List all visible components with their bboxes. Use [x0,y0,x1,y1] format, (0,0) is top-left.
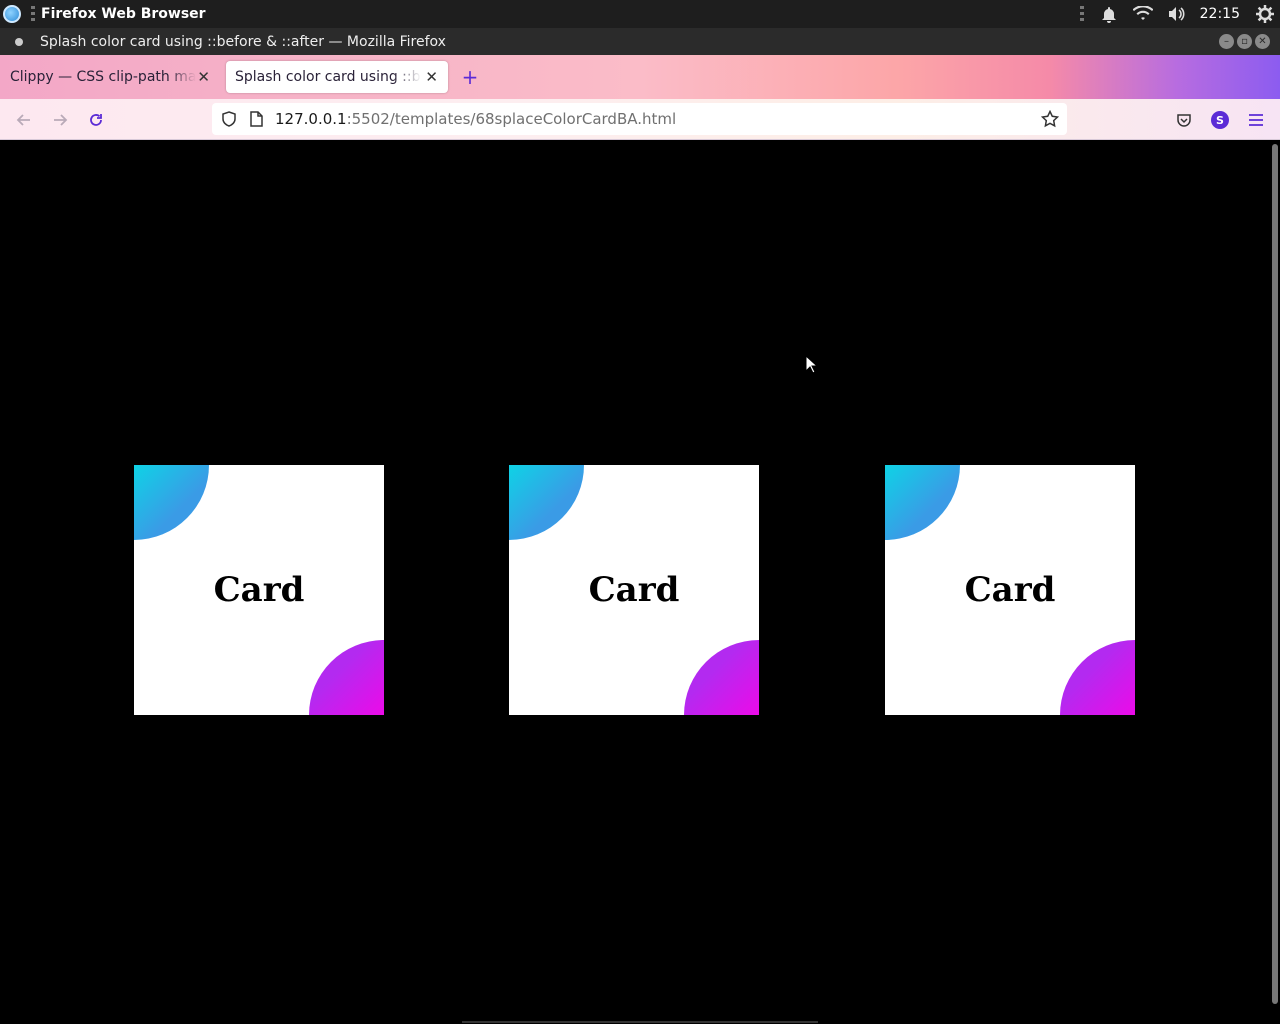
url-host: 127.0.0.1 [275,110,347,128]
splash-top-left [885,465,960,540]
settings-icon[interactable] [1254,3,1276,25]
maximize-button[interactable]: ▫ [1237,34,1252,49]
wifi-icon[interactable] [1132,3,1154,25]
close-tab-icon[interactable]: ✕ [425,68,438,86]
shield-icon[interactable] [221,111,237,131]
minimize-button[interactable]: – [1219,34,1234,49]
clock[interactable]: 22:15 [1200,6,1240,22]
avatar-initial: S [1211,111,1229,129]
url-bar[interactable]: 127.0.0.1:5502/templates/68splaceColorCa… [212,103,1067,135]
tab-strip: Clippy — CSS clip-path maker ✕ Splash co… [0,55,1280,99]
reload-button[interactable] [84,108,108,132]
close-window-button[interactable]: ✕ [1255,34,1270,49]
bell-icon[interactable] [1098,3,1120,25]
app-menu-label[interactable]: Firefox Web Browser [41,6,206,22]
url-text: 127.0.0.1:5502/templates/68splaceColorCa… [275,110,676,128]
tab-clippy[interactable]: Clippy — CSS clip-path maker ✕ [0,61,220,93]
close-tab-icon[interactable]: ✕ [197,68,210,86]
pocket-icon[interactable] [1172,108,1196,132]
vertical-scrollbar[interactable] [1270,140,1280,1024]
bookmark-star-icon[interactable] [1040,109,1060,132]
navigation-bar: 127.0.0.1:5502/templates/68splaceColorCa… [0,99,1280,140]
url-path: :5502/templates/68splaceColorCardBA.html [346,110,677,128]
tab-label: Splash color card using ::before & ::aft… [235,69,421,85]
splash-bottom-right [1060,640,1135,715]
window-title: Splash color card using ::before & ::aft… [40,33,446,50]
page-info-icon[interactable] [249,111,263,131]
scrollbar-thumb[interactable] [1272,144,1278,1004]
splash-bottom-right [309,640,384,715]
card-title: Card [213,570,305,610]
splash-top-left [509,465,584,540]
drag-handle [31,6,35,22]
splash-bottom-right [684,640,759,715]
window-menu-icon[interactable] [15,37,23,46]
volume-icon[interactable] [1166,3,1188,25]
splash-card: Card [134,465,384,715]
separator [1079,6,1084,22]
page-content: Card Card Card [0,140,1270,1024]
account-avatar[interactable]: S [1208,108,1232,132]
mouse-cursor-icon [805,354,819,379]
card-title: Card [588,570,680,610]
tab-label: Clippy — CSS clip-path maker [10,69,196,85]
page-bottom-edge [462,1021,818,1023]
splash-top-left [134,465,209,540]
back-button[interactable] [12,108,36,132]
firefox-app-icon[interactable] [3,5,21,23]
splash-card: Card [885,465,1135,715]
splash-card: Card [509,465,759,715]
card-title: Card [964,570,1056,610]
new-tab-button[interactable]: + [460,65,480,89]
tab-splash-color-card[interactable]: Splash color card using ::before & ::aft… [226,61,448,93]
system-top-bar: Firefox Web Browser 22:15 [0,0,1280,28]
window-title-bar: Splash color card using ::before & ::aft… [0,28,1280,55]
forward-button[interactable] [48,108,72,132]
hamburger-menu-icon[interactable] [1244,108,1268,132]
